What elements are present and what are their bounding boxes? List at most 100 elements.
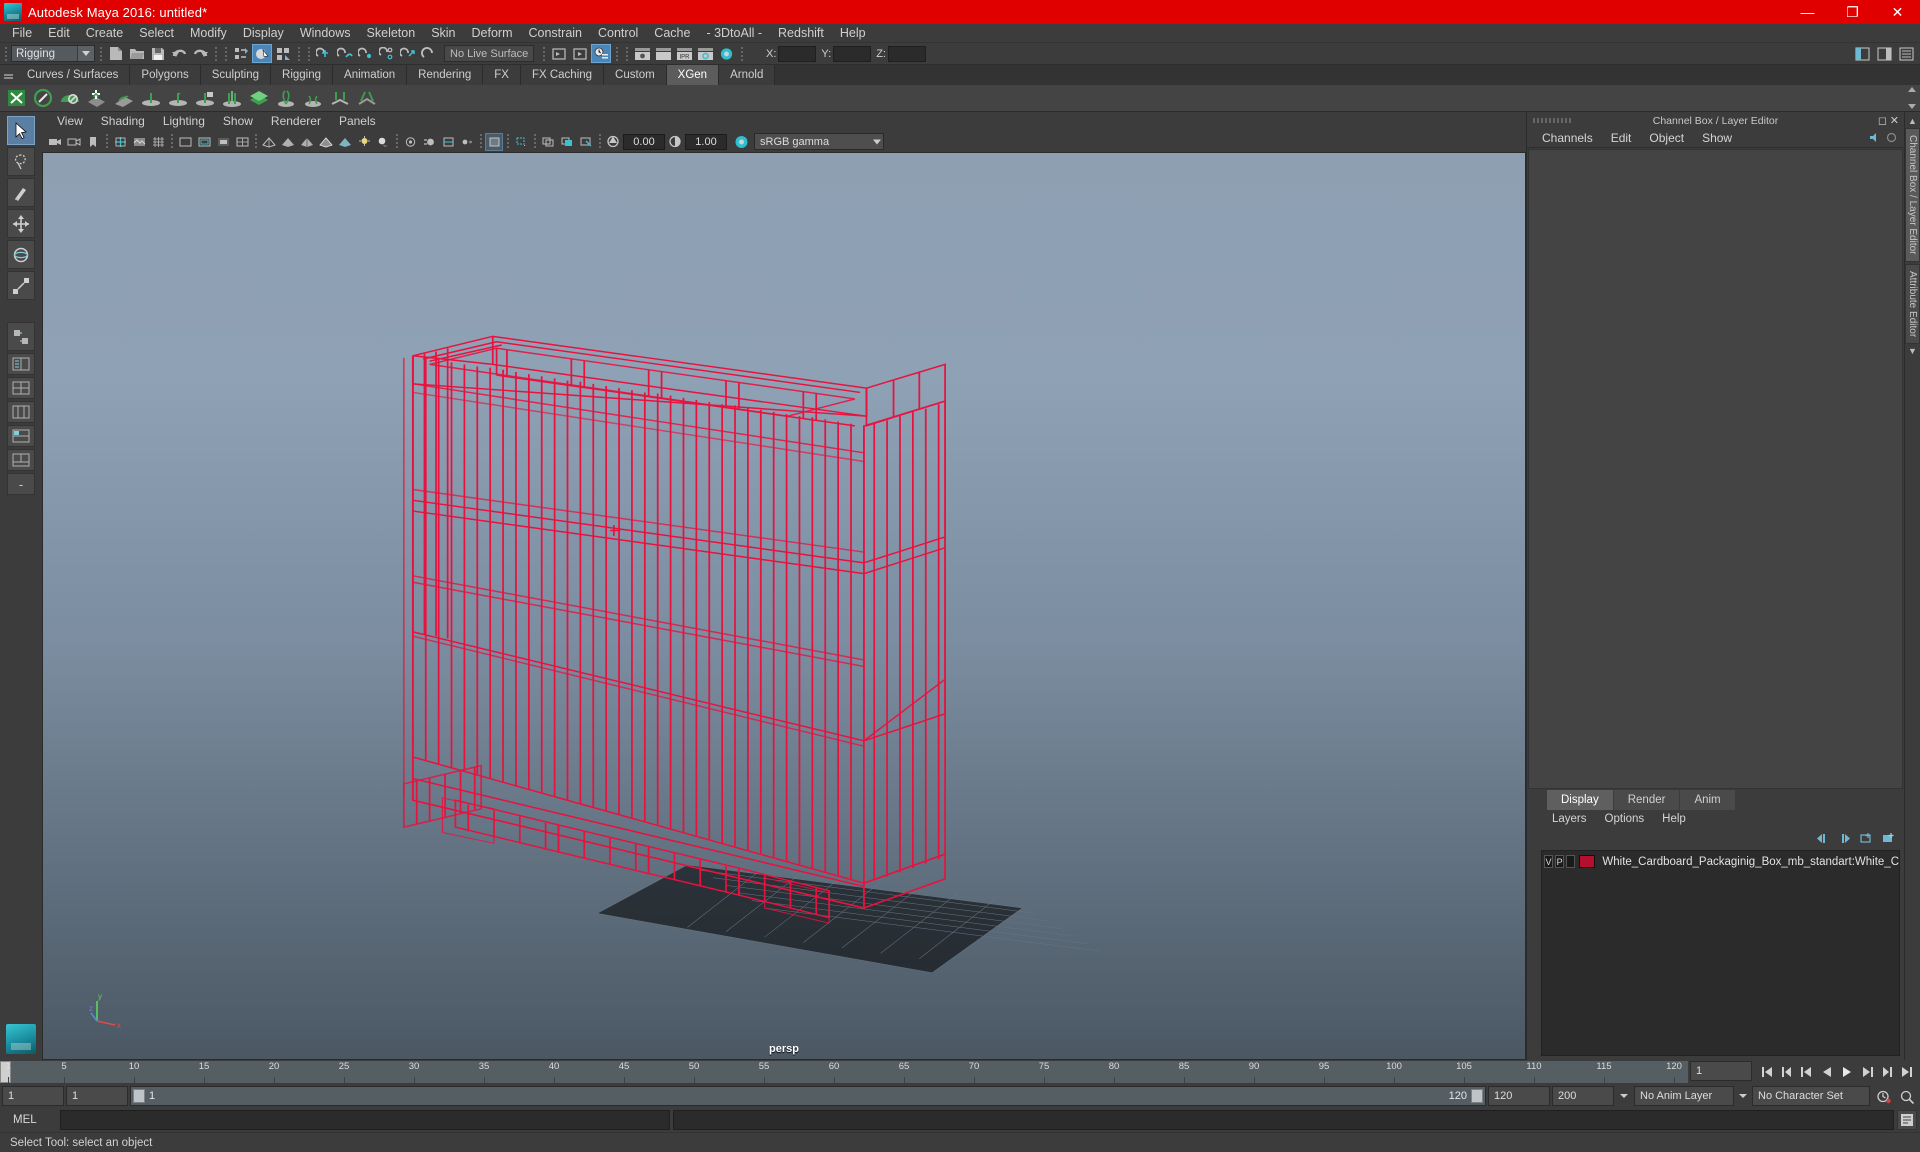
- persp-outliner-layout-icon[interactable]: [7, 425, 35, 447]
- two-d-pan-zoom-icon[interactable]: [111, 133, 129, 151]
- select-by-component-icon[interactable]: [273, 44, 293, 63]
- menu-constrain[interactable]: Constrain: [521, 24, 591, 43]
- multisample-icon[interactable]: [439, 133, 457, 151]
- snap-to-grid-icon[interactable]: [314, 44, 334, 63]
- make-live-icon[interactable]: [419, 44, 439, 63]
- shelf-overflow-arrows[interactable]: [1906, 87, 1918, 109]
- shelf-tab-fx[interactable]: FX: [483, 65, 521, 85]
- xray-icon[interactable]: [539, 133, 557, 151]
- channel-box-menu-show[interactable]: Show: [1693, 129, 1741, 148]
- next-layer-icon[interactable]: [1837, 832, 1852, 845]
- select-camera-icon[interactable]: [46, 133, 64, 151]
- layer-color-swatch[interactable]: [1579, 855, 1596, 868]
- redo-icon[interactable]: [190, 44, 210, 63]
- current-frame-field[interactable]: 1: [1690, 1061, 1752, 1081]
- animation-preferences-icon[interactable]: [1896, 1087, 1918, 1105]
- channel-box-menu-edit[interactable]: Edit: [1602, 129, 1641, 148]
- menu-select[interactable]: Select: [131, 24, 182, 43]
- viewport-menu-renderer[interactable]: Renderer: [262, 112, 330, 131]
- texture-mode-icon[interactable]: [130, 133, 148, 151]
- last-tool-icon[interactable]: [7, 322, 35, 351]
- step-back-frame-icon[interactable]: [1798, 1063, 1816, 1081]
- wireframe-on-shaded-icon[interactable]: [317, 133, 335, 151]
- menu-windows[interactable]: Windows: [292, 24, 359, 43]
- close-button[interactable]: ✕: [1875, 0, 1920, 24]
- xgen-cut-icon[interactable]: [328, 87, 352, 110]
- range-slider-track[interactable]: 1 120: [130, 1086, 1486, 1106]
- four-view-layout-icon[interactable]: [7, 401, 35, 423]
- render-history-icon[interactable]: [591, 44, 611, 63]
- minimize-button[interactable]: —: [1785, 0, 1830, 24]
- channel-box-speaker-icon[interactable]: [1868, 131, 1881, 144]
- coord-x-field[interactable]: [778, 45, 817, 62]
- layer-menu-options[interactable]: Options: [1596, 810, 1654, 828]
- gamma-icon[interactable]: [666, 133, 684, 151]
- play-forwards-icon[interactable]: [1838, 1063, 1856, 1081]
- anim-layer-selector[interactable]: No Anim Layer: [1634, 1086, 1734, 1106]
- show-hide-editors-icon[interactable]: [549, 44, 569, 63]
- step-forward-frame-icon[interactable]: [1858, 1063, 1876, 1081]
- depth-of-field-icon[interactable]: [458, 133, 476, 151]
- isolate-select-icon[interactable]: [485, 132, 503, 151]
- time-slider-track[interactable]: 1 5 10 15 20 25 30 35 40 45 50 55 60 65 70 75 80 85 90 95 10…: [0, 1061, 1688, 1083]
- anim-end-field[interactable]: 200: [1552, 1086, 1614, 1106]
- screen-space-ao-icon[interactable]: [401, 133, 419, 151]
- snap-to-curve-icon[interactable]: [335, 44, 355, 63]
- vertical-tab-channel-box[interactable]: Channel Box / Layer Editor: [1905, 128, 1920, 262]
- prev-layer-icon[interactable]: [1815, 832, 1830, 845]
- grid-toggle-icon[interactable]: [149, 133, 167, 151]
- shelf-tab-rendering[interactable]: Rendering: [407, 65, 484, 85]
- range-start-field[interactable]: 1: [66, 1086, 128, 1106]
- channel-box-content[interactable]: [1528, 132, 1903, 789]
- shelf-tab-custom[interactable]: Custom: [604, 65, 667, 85]
- use-default-light-icon[interactable]: [355, 133, 373, 151]
- coord-y-field[interactable]: [833, 45, 872, 62]
- persp-layout-icon[interactable]: [7, 377, 35, 399]
- xgen-groom-density-icon[interactable]: [112, 87, 136, 110]
- script-editor-icon[interactable]: [1897, 1110, 1917, 1130]
- new-scene-icon[interactable]: [106, 44, 126, 63]
- layer-state-toggle[interactable]: [1566, 855, 1576, 868]
- shade-all-icon[interactable]: [298, 133, 316, 151]
- show-attribute-editor-icon[interactable]: [1852, 44, 1872, 63]
- menu-control[interactable]: Control: [590, 24, 646, 43]
- color-management-icon[interactable]: [732, 133, 750, 151]
- wireframe-icon[interactable]: [260, 133, 278, 151]
- layer-playback-toggle[interactable]: P: [1555, 855, 1565, 868]
- xgen-add-sculpt-icon[interactable]: [85, 87, 109, 110]
- anim-start-field[interactable]: 1: [2, 1086, 64, 1106]
- gamma-value[interactable]: 1.00: [685, 133, 727, 150]
- persp-graph-layout-icon[interactable]: [7, 449, 35, 471]
- gate-mask-icon[interactable]: [214, 133, 232, 151]
- range-left-handle[interactable]: [133, 1089, 145, 1103]
- channel-box-menu-channels[interactable]: Channels: [1533, 129, 1602, 148]
- move-tool-icon[interactable]: [7, 209, 35, 238]
- xray-joints-icon[interactable]: [558, 133, 576, 151]
- render-settings-icon[interactable]: [695, 44, 715, 63]
- shadows-icon[interactable]: [374, 133, 392, 151]
- smooth-shade-icon[interactable]: [279, 133, 297, 151]
- isolate-components-icon[interactable]: [512, 133, 530, 151]
- coord-z-field[interactable]: [887, 45, 926, 62]
- menu-display[interactable]: Display: [235, 24, 292, 43]
- xgen-sphere-icon[interactable]: [31, 87, 55, 110]
- motion-blur-icon[interactable]: [420, 133, 438, 151]
- character-set-selector[interactable]: No Character Set: [1752, 1086, 1870, 1106]
- collapse-toolbox-button[interactable]: -: [7, 473, 35, 495]
- viewport-menu-shading[interactable]: Shading: [92, 112, 154, 131]
- new-layer-icon[interactable]: [1859, 832, 1874, 845]
- menu-skin[interactable]: Skin: [423, 24, 463, 43]
- menu-help[interactable]: Help: [832, 24, 874, 43]
- save-scene-icon[interactable]: [148, 44, 168, 63]
- layer-menu-help[interactable]: Help: [1653, 810, 1695, 828]
- show-channel-box-icon[interactable]: [1896, 44, 1916, 63]
- tab-render[interactable]: Render: [1613, 790, 1680, 810]
- range-right-handle[interactable]: [1471, 1089, 1483, 1103]
- shelf-tab-arnold[interactable]: Arnold: [719, 65, 776, 85]
- menu-file[interactable]: File: [4, 24, 40, 43]
- live-surface-field[interactable]: No Live Surface: [444, 45, 534, 62]
- xgen-groom-part-icon[interactable]: [220, 87, 244, 110]
- persp-viewport[interactable]: y x z persp: [42, 152, 1526, 1060]
- select-by-hierarchy-icon[interactable]: [231, 44, 251, 63]
- shelf-tab-xgen[interactable]: XGen: [666, 65, 720, 85]
